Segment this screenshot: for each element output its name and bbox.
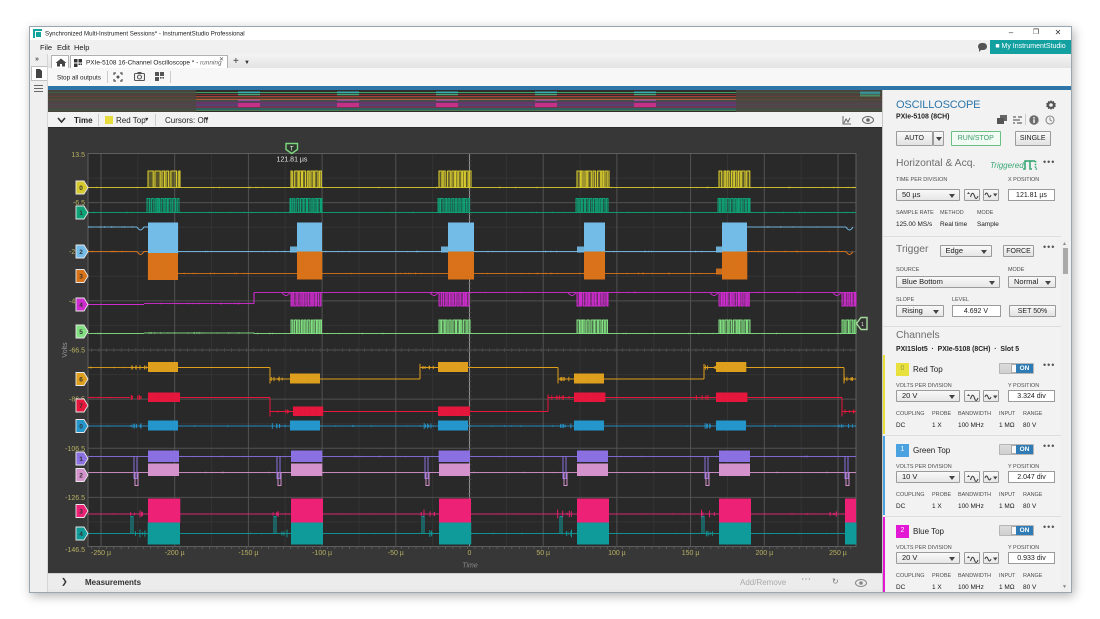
svg-text:-200 µ: -200 µ bbox=[165, 550, 185, 557]
svg-text:121.81 µs: 121.81 µs bbox=[277, 157, 308, 164]
svg-text:-100 µ: -100 µ bbox=[312, 550, 332, 557]
svg-text:3: 3 bbox=[79, 508, 83, 515]
svg-text:Volts: Volts bbox=[62, 342, 69, 358]
svg-text:7: 7 bbox=[79, 403, 83, 410]
svg-text:150 µ: 150 µ bbox=[682, 550, 700, 557]
svg-text:200 µ: 200 µ bbox=[755, 550, 773, 557]
svg-text:-146.5: -146.5 bbox=[65, 547, 85, 554]
svg-text:1: 1 bbox=[79, 456, 83, 463]
svg-text:-250 µ: -250 µ bbox=[91, 550, 111, 557]
svg-text:50 µ: 50 µ bbox=[536, 550, 550, 557]
svg-text:5: 5 bbox=[79, 329, 83, 336]
svg-text:-150 µ: -150 µ bbox=[238, 550, 258, 557]
svg-text:250 µ: 250 µ bbox=[829, 550, 847, 557]
svg-text:100 µ: 100 µ bbox=[608, 550, 626, 557]
svg-text:6: 6 bbox=[79, 376, 83, 383]
svg-text:Time: Time bbox=[462, 563, 478, 570]
svg-text:2: 2 bbox=[79, 249, 83, 256]
svg-text:4: 4 bbox=[79, 531, 83, 538]
svg-text:1: 1 bbox=[861, 322, 864, 328]
svg-text:13.5: 13.5 bbox=[71, 152, 85, 159]
svg-text:-50 µ: -50 µ bbox=[388, 550, 404, 557]
svg-text:0: 0 bbox=[79, 423, 83, 430]
svg-text:-126.5: -126.5 bbox=[65, 495, 85, 502]
svg-text:4: 4 bbox=[79, 302, 83, 309]
svg-text:T: T bbox=[290, 147, 294, 153]
svg-text:-66.5: -66.5 bbox=[69, 348, 85, 355]
svg-text:0: 0 bbox=[79, 185, 83, 192]
svg-text:2: 2 bbox=[79, 472, 83, 479]
svg-text:3: 3 bbox=[79, 273, 83, 280]
svg-text:0: 0 bbox=[468, 550, 472, 557]
svg-text:1: 1 bbox=[79, 210, 83, 217]
